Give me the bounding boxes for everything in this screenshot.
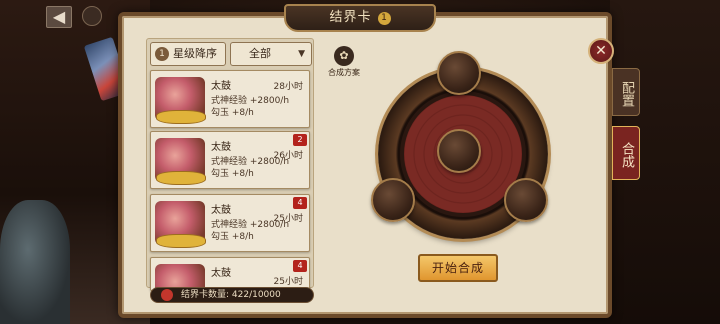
- card-time: 25小时: [273, 277, 303, 287]
- card-count-bar: 结界卡数量: 422/10000: [150, 287, 314, 303]
- filter-label: 全部: [249, 47, 271, 60]
- background-character: [0, 200, 70, 324]
- card-slot-right[interactable]: [504, 178, 548, 222]
- info-icon[interactable]: 1: [377, 12, 391, 25]
- card-slot-left[interactable]: [371, 178, 415, 222]
- card-jade: 勾玉 +8/h: [211, 232, 254, 242]
- card-name: 太鼓: [211, 81, 231, 92]
- card-name: 太鼓: [211, 142, 231, 153]
- card-stack-icon: [161, 289, 173, 301]
- card-count-badge: 4: [293, 260, 307, 272]
- sort-dropdown[interactable]: 1 星级降序: [150, 42, 226, 66]
- list-item[interactable]: 4 太鼓 25小时: [150, 257, 310, 291]
- card-count-badge: 2: [293, 134, 307, 146]
- card-name: 太鼓: [211, 205, 231, 216]
- card-count-text: 结界卡数量: 422/10000: [181, 290, 281, 300]
- back-button[interactable]: ◀: [46, 6, 72, 28]
- card-slot-top[interactable]: [437, 51, 481, 95]
- card-image-base: [157, 172, 205, 184]
- card-jade: 勾玉 +8/h: [211, 169, 254, 179]
- filter-dropdown[interactable]: 全部 ▼: [230, 42, 312, 66]
- card-name: 太鼓: [211, 268, 231, 279]
- recipe-button[interactable]: ✿ 合成方案: [326, 46, 362, 80]
- card-image-base: [157, 111, 205, 123]
- sort-order-icon: 1: [155, 47, 169, 61]
- card-time: 28小时: [273, 82, 303, 92]
- panel-header: 结界卡 1: [284, 4, 436, 32]
- list-item[interactable]: 太鼓 28小时 式神经验 +2800/h 勾玉 +8/h: [150, 70, 310, 128]
- card-image-base: [157, 235, 205, 247]
- recipe-icon: ✿: [334, 46, 354, 66]
- menu-badge-icon[interactable]: [82, 6, 102, 26]
- card-jade: 勾玉 +8/h: [211, 108, 254, 118]
- tab-config[interactable]: 配置: [612, 68, 640, 116]
- card-count-badge: 4: [293, 197, 307, 209]
- card-slot-center[interactable]: [437, 129, 481, 173]
- list-item[interactable]: 2 太鼓 26小时 式神经验 +2800/h 勾玉 +8/h: [150, 131, 310, 189]
- panel-title: 结界卡: [329, 10, 372, 25]
- recipe-label: 合成方案: [328, 68, 360, 77]
- sort-label: 星级降序: [173, 47, 217, 60]
- list-item[interactable]: 4 太鼓 25小时 式神经验 +2800/h 勾玉 +8/h: [150, 194, 310, 252]
- close-button[interactable]: ✕: [588, 38, 614, 64]
- start-synthesis-button[interactable]: 开始合成: [418, 254, 498, 282]
- chevron-down-icon: ▼: [298, 49, 305, 59]
- tab-synth[interactable]: 合成: [612, 126, 640, 180]
